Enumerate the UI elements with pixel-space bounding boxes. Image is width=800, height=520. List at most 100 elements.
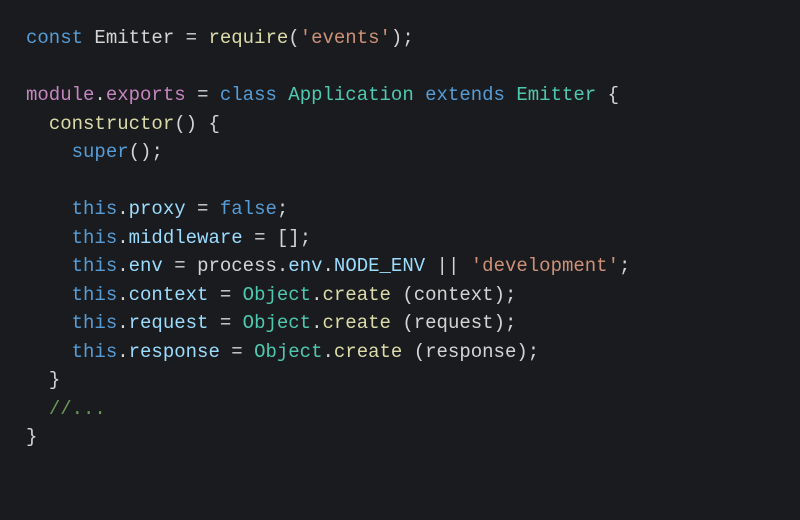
paren-open: ( <box>414 341 425 363</box>
parens: () <box>129 141 152 163</box>
property: context <box>129 284 209 306</box>
code-line: this.response = Object.create (response)… <box>26 341 539 363</box>
brace-open: { <box>608 84 619 106</box>
paren-close: ) <box>516 341 527 363</box>
semicolon: ; <box>300 227 311 249</box>
dot: . <box>322 341 333 363</box>
property: middleware <box>129 227 243 249</box>
method-call: create <box>334 341 402 363</box>
keyword-this: this <box>72 341 118 363</box>
semicolon: ; <box>505 312 516 334</box>
code-line: super(); <box>26 141 163 163</box>
method-call: create <box>323 312 391 334</box>
operator-assign: = <box>220 284 231 306</box>
code-line: constructor() { <box>26 113 220 135</box>
paren-close: ) <box>494 284 505 306</box>
comment: //... <box>49 398 106 420</box>
property: env <box>288 255 322 277</box>
identifier: module <box>26 84 94 106</box>
keyword-this: this <box>72 284 118 306</box>
method-name: constructor <box>49 113 174 135</box>
brace-close: } <box>49 369 60 391</box>
dot: . <box>117 312 128 334</box>
operator-assign: = <box>186 27 197 49</box>
array-literal: [] <box>277 227 300 249</box>
code-line: module.exports = class Application exten… <box>26 84 619 106</box>
operator-assign: = <box>254 227 265 249</box>
paren-open: ( <box>288 27 299 49</box>
dot: . <box>311 284 322 306</box>
property: exports <box>106 84 186 106</box>
paren-close: ) <box>391 27 402 49</box>
property: env <box>129 255 163 277</box>
brace-close: } <box>26 426 37 448</box>
dot: . <box>311 312 322 334</box>
argument: request <box>414 312 494 334</box>
keyword-extends: extends <box>425 84 505 106</box>
parens: () <box>174 113 197 135</box>
identifier: Object <box>243 284 311 306</box>
dot: . <box>94 84 105 106</box>
identifier: Emitter <box>94 27 174 49</box>
paren-close: ) <box>494 312 505 334</box>
keyword-this: this <box>72 255 118 277</box>
dot: . <box>117 284 128 306</box>
code-line: const Emitter = require('events'); <box>26 27 414 49</box>
argument: context <box>414 284 494 306</box>
class-name: Emitter <box>516 84 596 106</box>
keyword-this: this <box>72 227 118 249</box>
operator-assign: = <box>197 84 208 106</box>
string-literal: 'development' <box>471 255 619 277</box>
semicolon: ; <box>528 341 539 363</box>
literal-false: false <box>220 198 277 220</box>
space <box>391 284 402 306</box>
semicolon: ; <box>619 255 630 277</box>
dot: . <box>117 227 128 249</box>
keyword-class: class <box>220 84 277 106</box>
semicolon: ; <box>277 198 288 220</box>
semicolon: ; <box>402 27 413 49</box>
dot: . <box>117 255 128 277</box>
property: response <box>129 341 220 363</box>
code-line: this.proxy = false; <box>26 198 288 220</box>
code-line: //... <box>26 398 106 420</box>
operator-assign: = <box>220 312 231 334</box>
space <box>402 341 413 363</box>
keyword-this: this <box>72 198 118 220</box>
identifier: process <box>197 255 277 277</box>
dot: . <box>323 255 334 277</box>
dot: . <box>277 255 288 277</box>
operator-assign: = <box>174 255 185 277</box>
semicolon: ; <box>151 141 162 163</box>
code-block: const Emitter = require('events'); modul… <box>26 24 774 452</box>
code-line: this.env = process.env.NODE_ENV || 'deve… <box>26 255 630 277</box>
function-call: require <box>208 27 288 49</box>
semicolon: ; <box>505 284 516 306</box>
code-line: this.request = Object.create (request); <box>26 312 516 334</box>
brace-open: { <box>208 113 219 135</box>
code-line: } <box>26 369 60 391</box>
property: proxy <box>129 198 186 220</box>
class-name: Application <box>288 84 413 106</box>
argument: response <box>425 341 516 363</box>
operator-assign: = <box>231 341 242 363</box>
operator-assign: = <box>197 198 208 220</box>
property: NODE_ENV <box>334 255 425 277</box>
paren-open: ( <box>402 284 413 306</box>
dot: . <box>117 198 128 220</box>
identifier: Object <box>243 312 311 334</box>
operator-or: || <box>437 255 460 277</box>
space <box>391 312 402 334</box>
keyword-super: super <box>72 141 129 163</box>
property: request <box>129 312 209 334</box>
method-call: create <box>323 284 391 306</box>
dot: . <box>117 341 128 363</box>
string-literal: 'events' <box>300 27 391 49</box>
identifier: Object <box>254 341 322 363</box>
code-line: this.context = Object.create (context); <box>26 284 516 306</box>
paren-open: ( <box>402 312 413 334</box>
code-line: this.middleware = []; <box>26 227 311 249</box>
code-line: } <box>26 426 37 448</box>
keyword-this: this <box>72 312 118 334</box>
keyword-const: const <box>26 27 83 49</box>
